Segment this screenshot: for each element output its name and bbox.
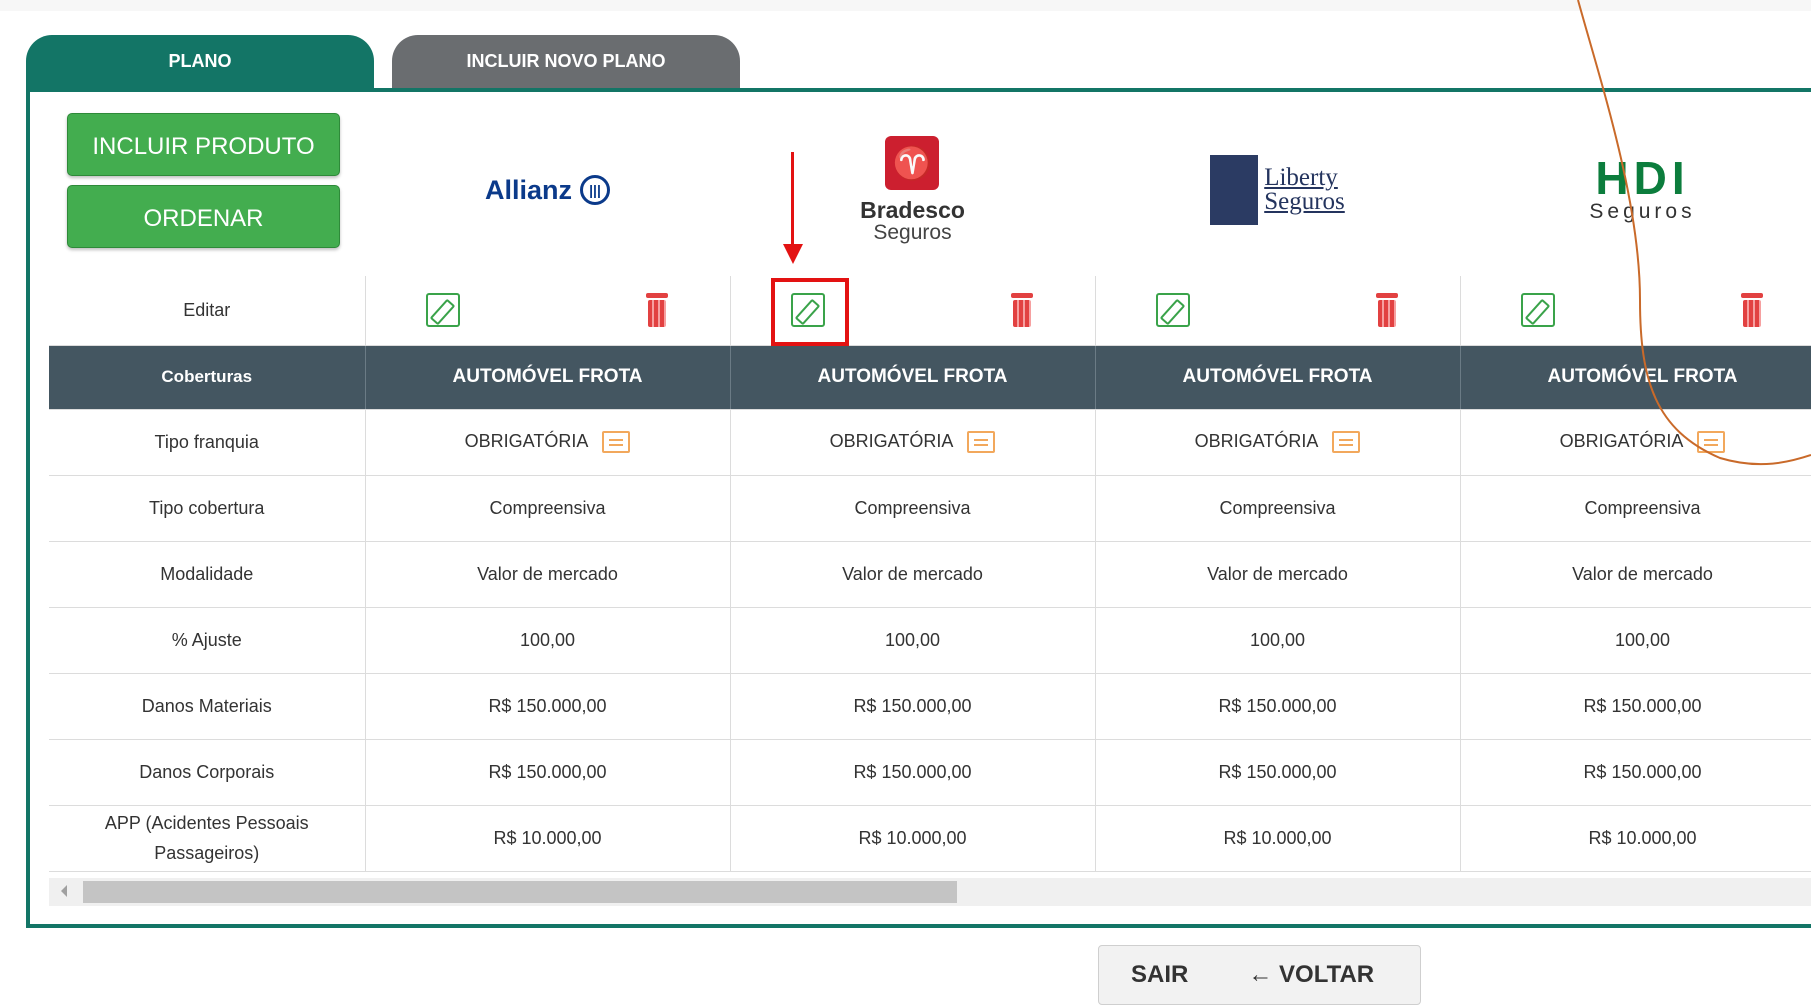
footer-actions: SAIR ← VOLTAR xyxy=(1098,945,1421,1005)
exit-button[interactable]: SAIR xyxy=(1131,961,1188,989)
scroll-left-arrow-icon[interactable] xyxy=(61,885,67,897)
horizontal-scrollbar[interactable] xyxy=(49,878,1811,906)
scroll-thumb[interactable] xyxy=(83,881,957,903)
back-button[interactable]: ← VOLTAR xyxy=(1248,961,1374,989)
annotation-curve xyxy=(1577,0,1811,466)
